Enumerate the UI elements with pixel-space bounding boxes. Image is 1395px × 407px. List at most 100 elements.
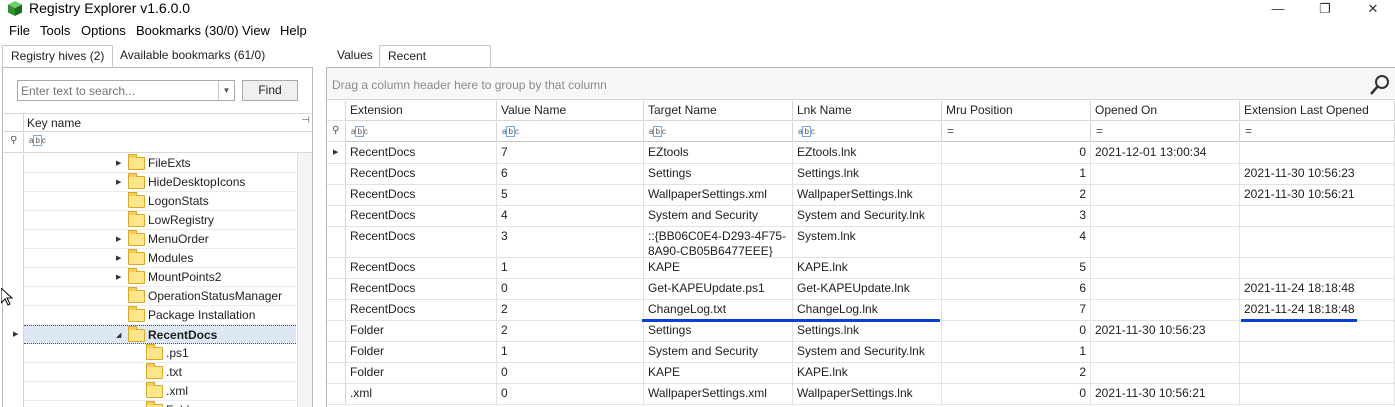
row-indicator[interactable]	[327, 384, 346, 405]
table-cell[interactable]: 3	[497, 227, 644, 258]
tree-node[interactable]: LogonStats	[24, 192, 296, 211]
table-cell[interactable]: RecentDocs	[346, 258, 497, 279]
table-cell[interactable]	[1091, 227, 1240, 258]
table-cell[interactable]: RecentDocs	[346, 279, 497, 300]
find-button[interactable]: Find	[242, 80, 298, 101]
table-cell[interactable]: KAPE.lnk	[793, 363, 942, 384]
close-button[interactable]: ✕	[1363, 1, 1383, 17]
table-cell[interactable]: 2021-11-24 18:18:48	[1240, 279, 1395, 300]
row-indicator[interactable]	[327, 300, 346, 321]
table-cell[interactable]: Settings	[644, 321, 793, 342]
table-cell[interactable]	[1091, 300, 1240, 321]
table-cell[interactable]: 6	[942, 279, 1091, 300]
table-cell[interactable]: 0	[497, 384, 644, 405]
table-cell[interactable]	[1240, 342, 1395, 363]
menu-view[interactable]: View	[242, 23, 270, 39]
table-cell[interactable]: Get-KAPEUpdate.ps1	[644, 279, 793, 300]
table-cell[interactable]	[1240, 143, 1395, 164]
table-cell[interactable]: WallpaperSettings.xml	[644, 185, 793, 206]
table-cell[interactable]: RecentDocs	[346, 143, 497, 164]
row-indicator[interactable]	[327, 279, 346, 300]
table-cell[interactable]: WallpaperSettings.lnk	[793, 185, 942, 206]
table-cell[interactable]: 4	[942, 227, 1091, 258]
expand-icon[interactable]: ▶	[116, 235, 124, 244]
search-input[interactable]	[18, 81, 214, 100]
tree-filter-row[interactable]: ⚲ abc	[4, 133, 312, 153]
table-cell[interactable]: 4	[497, 206, 644, 227]
table-cell[interactable]	[1240, 321, 1395, 342]
column-header[interactable]: Extension Last Opened	[1240, 101, 1395, 121]
table-cell[interactable]: 2	[497, 300, 644, 321]
table-cell[interactable]: 1	[497, 342, 644, 363]
table-cell[interactable]: RecentDocs	[346, 300, 497, 321]
table-cell[interactable]: EZtools.lnk	[793, 143, 942, 164]
table-cell[interactable]: 0	[497, 279, 644, 300]
table-cell[interactable]: RecentDocs	[346, 164, 497, 185]
table-cell[interactable]: 2021-12-01 13:00:34	[1091, 143, 1240, 164]
table-cell[interactable]: 2021-11-30 10:56:21	[1091, 384, 1240, 405]
table-cell[interactable]: System and Security	[644, 342, 793, 363]
table-cell[interactable]	[1091, 363, 1240, 384]
abc-filter-icon[interactable]: abc	[29, 135, 46, 146]
search-icon[interactable]	[1369, 74, 1391, 96]
row-indicator[interactable]	[327, 185, 346, 206]
abc-filter-icon[interactable]: abc	[793, 122, 942, 142]
table-cell[interactable]: ::{BB06C0E4-D293-4F75-8A90-CB05B6477EEE}	[644, 227, 793, 258]
table-cell[interactable]: KAPE	[644, 363, 793, 384]
tree-scrollbar[interactable]	[297, 153, 312, 407]
row-indicator[interactable]	[327, 363, 346, 384]
table-cell[interactable]: Folder	[346, 321, 497, 342]
tree-node[interactable]: ▶ MountPoints2	[24, 268, 296, 287]
expand-icon[interactable]: ▶	[116, 159, 124, 168]
table-cell[interactable]: System and Security	[644, 206, 793, 227]
group-by-area[interactable]: Drag a column header here to group by th…	[327, 68, 1395, 100]
table-cell[interactable]: KAPE	[644, 258, 793, 279]
abc-filter-icon[interactable]: abc	[497, 122, 644, 142]
table-cell[interactable]	[1091, 164, 1240, 185]
table-cell[interactable]: WallpaperSettings.xml	[644, 384, 793, 405]
tree-node[interactable]: .ps1	[24, 344, 296, 363]
key-name-header[interactable]: Key name	[27, 116, 81, 130]
column-header[interactable]: Mru Position	[942, 101, 1091, 121]
table-cell[interactable]: 2021-11-30 10:56:23	[1240, 164, 1395, 185]
abc-filter-icon[interactable]: abc	[346, 122, 497, 142]
row-indicator[interactable]	[327, 321, 346, 342]
table-cell[interactable]: 5	[942, 258, 1091, 279]
expand-icon[interactable]: ▶	[116, 254, 124, 263]
table-cell[interactable]: WallpaperSettings.lnk	[793, 384, 942, 405]
table-cell[interactable]	[1240, 206, 1395, 227]
table-cell[interactable]: RecentDocs	[346, 185, 497, 206]
table-cell[interactable]: 7	[942, 300, 1091, 321]
table-cell[interactable]: Settings.lnk	[793, 164, 942, 185]
table-cell[interactable]: 3	[942, 206, 1091, 227]
table-cell[interactable]: EZtools	[644, 143, 793, 164]
menu-bookmarks[interactable]: Bookmarks (30/0)	[136, 23, 239, 39]
minimize-button[interactable]: —	[1268, 1, 1288, 17]
table-cell[interactable]	[1091, 279, 1240, 300]
tree-node[interactable]: ▶ MenuOrder	[24, 230, 296, 249]
column-chooser-icon[interactable]: ⊣	[301, 115, 310, 126]
table-cell[interactable]: 2021-11-30 10:56:23	[1091, 321, 1240, 342]
chevron-down-icon[interactable]: ▼	[218, 81, 234, 100]
tree-node[interactable]: ▶ HideDesktopIcons	[24, 173, 296, 192]
table-cell[interactable]: RecentDocs	[346, 206, 497, 227]
table-cell[interactable]	[1091, 185, 1240, 206]
table-cell[interactable]: 1	[942, 342, 1091, 363]
table-cell[interactable]	[1091, 258, 1240, 279]
table-cell[interactable]: 0	[497, 363, 644, 384]
menu-help[interactable]: Help	[280, 23, 307, 39]
table-cell[interactable]	[1240, 227, 1395, 258]
table-cell[interactable]: Folder	[346, 342, 497, 363]
table-cell[interactable]: 2	[942, 185, 1091, 206]
table-cell[interactable]: Folder	[346, 363, 497, 384]
table-cell[interactable]: RecentDocs	[346, 227, 497, 258]
table-cell[interactable]: 2021-11-30 10:56:21	[1240, 185, 1395, 206]
column-header[interactable]: Target Name	[644, 101, 793, 121]
table-cell[interactable]: 1	[497, 258, 644, 279]
table-cell[interactable]: 0	[942, 143, 1091, 164]
row-indicator[interactable]	[327, 206, 346, 227]
menu-file[interactable]: File	[9, 23, 30, 39]
abc-filter-icon[interactable]: abc	[644, 122, 793, 142]
row-indicator[interactable]: ▶	[327, 143, 346, 164]
table-cell[interactable]: Get-KAPEUpdate.lnk	[793, 279, 942, 300]
